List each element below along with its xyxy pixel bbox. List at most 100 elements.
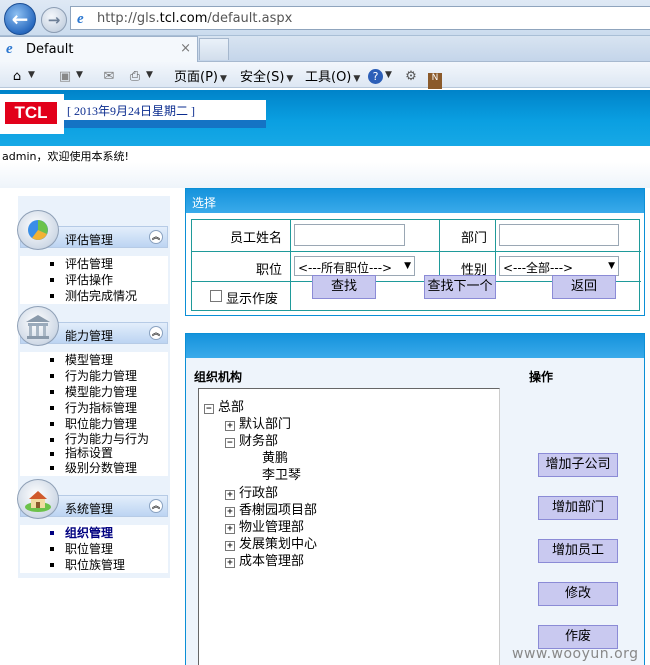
sidebar-group-title: 能力管理 <box>65 329 114 343</box>
address-bar-row: ← → e http://gls.tcl.com/default.aspx <box>0 0 650 36</box>
show-abolished-cell: 显示作废 <box>192 282 291 310</box>
expand-toggle-icon[interactable]: + <box>225 558 235 568</box>
printer-icon: ⎙ <box>129 69 141 84</box>
gender-selected: <---全部---> <box>503 261 574 275</box>
tab-title: Default <box>26 42 74 57</box>
sidebar-item[interactable]: 模型管理 <box>20 352 168 368</box>
chevron-down-icon: ▼ <box>608 261 615 271</box>
sidebar-item[interactable]: 职位管理 <box>20 541 168 557</box>
browser-tab[interactable]: e Default × <box>0 36 198 62</box>
sidebar-item[interactable]: 级别分数管理 <box>20 460 168 476</box>
ie-logo-icon: e <box>77 11 84 27</box>
collapse-toggle-icon[interactable]: − <box>204 404 214 414</box>
back-arrow-icon[interactable]: ← <box>4 3 36 35</box>
help-icon: ? <box>368 69 383 84</box>
header-separator <box>0 162 650 188</box>
tcl-logo: TCL <box>5 102 57 124</box>
command-bar: ⌂ ▼ ▣ ▼ ✉ ⎙ ▼ 页面(P) ▼ 安全(S) ▼ 工具(O) ▼ ? ▼ ⚙ N <box>0 62 650 89</box>
help-button[interactable]: ? ▼ <box>368 66 392 84</box>
org-structure-label: 组织机构 <box>194 370 243 384</box>
sidebar-item[interactable]: 职位能力管理 <box>20 416 168 432</box>
tab-strip: e Default × <box>0 36 650 62</box>
org-tree: − 总部 + 默认部门 − 财务部 黄鹏 李卫琴 + 行政部 + 香榭园项目部 + 物业管理… <box>198 388 500 665</box>
back-button[interactable]: 返回 <box>552 275 616 299</box>
tree-node-label: 李卫琴 <box>262 468 302 483</box>
operations-label: 操作 <box>529 370 554 384</box>
edit-button[interactable]: 修改 <box>538 582 618 606</box>
employee-name-label: 员工姓名 <box>192 220 291 252</box>
page-menu[interactable]: 页面(P) ▼ <box>174 66 227 85</box>
date-display: [ 2013年9月24日星期二 ] <box>64 100 266 120</box>
mail-icon: ✉ <box>103 69 115 84</box>
forward-arrow-icon[interactable]: → <box>41 7 67 33</box>
search-panel-title: 选择 <box>186 189 644 213</box>
site-banner: TCL [ 2013年9月24日星期二 ] <box>0 90 650 146</box>
tree-leaf[interactable]: 李卫琴 <box>262 464 301 483</box>
sidebar-item[interactable]: 评估操作 <box>20 272 168 288</box>
position-selected: <---所有职位---> <box>298 261 393 275</box>
research-button[interactable]: ⚙ <box>402 66 420 85</box>
add-subsidiary-button[interactable]: 增加子公司 <box>538 453 618 477</box>
tree-node[interactable]: + 成本管理部 <box>225 550 304 569</box>
sidebar-group-title: 系统管理 <box>65 502 114 516</box>
sidebar-item[interactable]: 行为能力与行为 <box>20 432 168 446</box>
home-button[interactable]: ⌂ ▼ <box>8 66 35 85</box>
org-panel: 组织机构 操作 − 总部 + 默认部门 − 财务部 黄鹏 李卫琴 + 行政部 + 香榭园项… <box>185 333 645 665</box>
employee-name-input[interactable] <box>294 224 405 246</box>
sidebar-list-ability: 模型管理 行为能力管理 模型能力管理 行为指标管理 职位能力管理 行为能力与行为… <box>20 352 168 476</box>
sidebar-item[interactable]: 模型能力管理 <box>20 384 168 400</box>
watermark: www.wooyun.org <box>512 646 639 662</box>
gender-select[interactable]: <---全部---> ▼ <box>499 256 619 276</box>
org-panel-header <box>186 334 644 358</box>
position-label: 职位 <box>192 252 291 282</box>
tree-node-label: 成本管理部 <box>239 554 305 569</box>
search-panel: 选择 员工姓名 部门 职位 <---所有职位---> ▼ 性别 <---全部--… <box>185 188 645 316</box>
show-abolished-label: 显示作废 <box>226 292 279 307</box>
department-input[interactable] <box>499 224 619 246</box>
collapse-icon[interactable]: ︽ <box>149 326 163 340</box>
sidebar-list-system: 组织管理 职位管理 职位族管理 <box>20 525 168 573</box>
add-employee-button[interactable]: 增加员工 <box>538 539 618 563</box>
research-icon: ⚙ <box>405 69 417 84</box>
url-text: http://gls.tcl.com/default.aspx <box>97 11 293 26</box>
logo-container: TCL <box>0 94 64 134</box>
tab-close-icon[interactable]: × <box>180 41 191 56</box>
collapse-toggle-icon[interactable]: − <box>225 438 235 448</box>
collapse-icon[interactable]: ︽ <box>149 499 163 513</box>
safety-menu[interactable]: 安全(S) ▼ <box>240 66 293 85</box>
pie-chart-icon <box>17 210 59 250</box>
sidebar-item-active[interactable]: 组织管理 <box>20 525 168 541</box>
sidebar-item[interactable]: 测估完成情况 <box>20 288 168 304</box>
sidebar-group-title: 评估管理 <box>65 233 114 247</box>
search-form-table: 员工姓名 部门 职位 <---所有职位---> ▼ 性别 <---全部---> … <box>191 219 641 311</box>
banner-stripe <box>64 120 266 128</box>
search-buttons-cell: 查找 查找下一个 返回 <box>291 275 641 310</box>
date-text: [ 2013年9月24日星期二 ] <box>67 104 195 118</box>
department-cell <box>496 220 641 252</box>
sidebar-item[interactable]: 职位族管理 <box>20 557 168 573</box>
print-button[interactable]: ⎙ ▼ <box>126 66 153 85</box>
sidebar-list-assessment: 评估管理 评估操作 测估完成情况 <box>20 256 168 304</box>
mail-button[interactable]: ✉ <box>100 66 118 85</box>
add-department-button[interactable]: 增加部门 <box>538 496 618 520</box>
show-abolished-checkbox[interactable] <box>210 290 222 302</box>
building-icon <box>17 306 59 346</box>
find-button[interactable]: 查找 <box>312 275 376 299</box>
position-select[interactable]: <---所有职位---> ▼ <box>294 256 415 276</box>
tools-menu[interactable]: 工具(O) ▼ <box>305 66 360 85</box>
employee-name-cell <box>291 220 440 252</box>
collapse-icon[interactable]: ︽ <box>149 230 163 244</box>
new-tab-button[interactable] <box>199 38 229 60</box>
department-label: 部门 <box>440 220 496 252</box>
address-field[interactable]: e http://gls.tcl.com/default.aspx <box>70 6 650 30</box>
sidebar-item[interactable]: 行为指标管理 <box>20 400 168 416</box>
home-icon: ⌂ <box>12 69 22 84</box>
find-next-button[interactable]: 查找下一个 <box>424 275 496 299</box>
onenote-icon: N <box>428 73 442 89</box>
feeds-button[interactable]: ▣ ▼ <box>56 66 83 85</box>
sidebar-item-continued[interactable]: 指标设置 <box>20 446 168 460</box>
onenote-button[interactable]: N <box>428 66 442 89</box>
sidebar-item[interactable]: 行为能力管理 <box>20 368 168 384</box>
chevron-down-icon: ▼ <box>404 261 411 271</box>
sidebar-item[interactable]: 评估管理 <box>20 256 168 272</box>
